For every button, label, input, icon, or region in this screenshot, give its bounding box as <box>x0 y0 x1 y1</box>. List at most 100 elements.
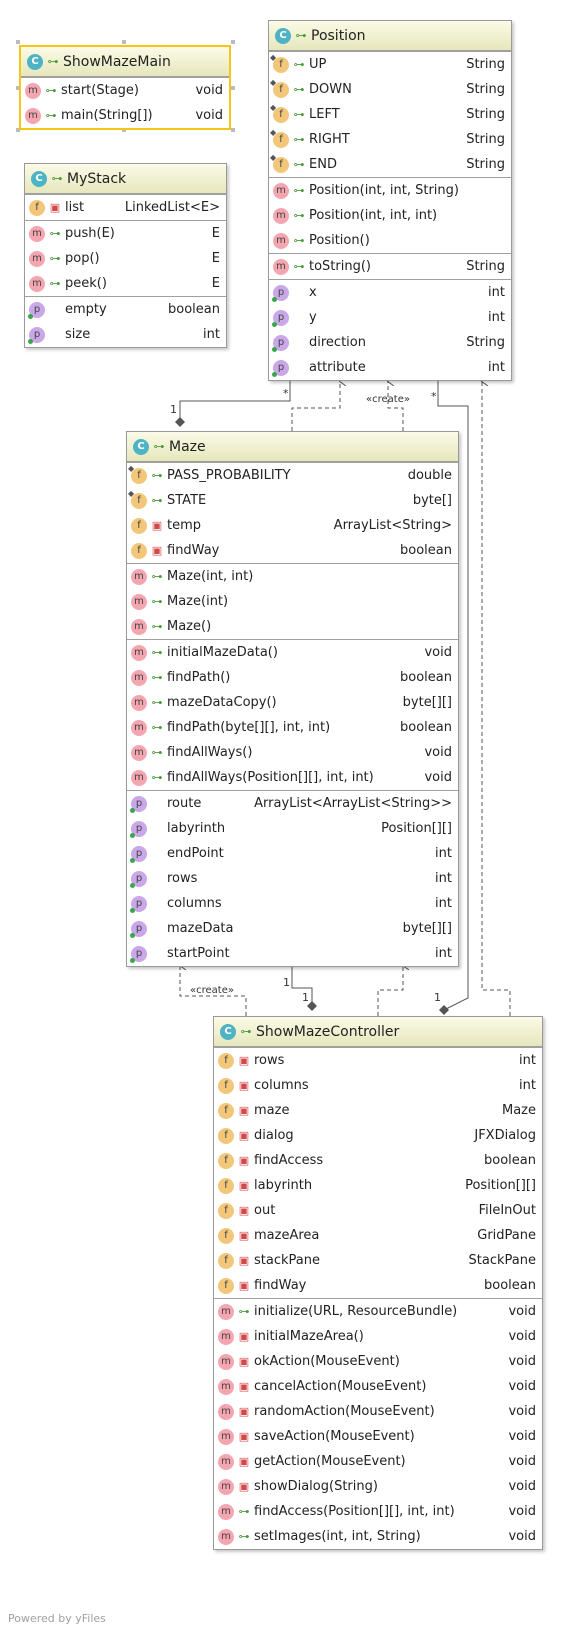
method-row[interactable]: m ⊶ Position() <box>269 228 511 253</box>
member-name: stackPane <box>254 1253 320 1268</box>
class-showmazecontroller[interactable]: C ⊶ ShowMazeController f ▣ rows int f ▣ columns in… <box>213 1016 543 1550</box>
field-row[interactable]: f ◆ ⊶ END String <box>269 152 511 177</box>
public-lock-icon: ⊶ <box>49 252 61 265</box>
method-row[interactable]: m ⊶ Position(int, int, String) <box>269 178 511 203</box>
private-lock-icon: ▣ <box>151 519 163 532</box>
method-icon: m <box>131 744 147 761</box>
method-icon: m <box>29 225 45 242</box>
field-row[interactable]: f ▣ findAccess boolean <box>214 1148 542 1173</box>
method-row[interactable]: m ▣ initialMazeArea() void <box>214 1324 542 1349</box>
property-row[interactable]: p direction String <box>269 330 511 355</box>
method-row[interactable]: m ⊶ Position(int, int, int) <box>269 203 511 228</box>
class-section: m ⊶ start(Stage) void m ⊶ main(String[]) void <box>21 77 229 128</box>
method-row[interactable]: m ⊶ findPath() boolean <box>127 665 458 690</box>
member-type: String <box>466 107 505 122</box>
field-row[interactable]: f ▣ out FileInOut <box>214 1198 542 1223</box>
field-row[interactable]: f ◆ ⊶ DOWN String <box>269 77 511 102</box>
public-lock-icon: ⊶ <box>238 1505 250 1518</box>
member-type: void <box>508 1454 536 1469</box>
method-row[interactable]: m ⊶ initialMazeData() void <box>127 640 458 665</box>
method-row[interactable]: m ▣ getAction(MouseEvent) void <box>214 1449 542 1474</box>
method-icon: m <box>131 618 147 635</box>
method-row[interactable]: m ⊶ findAllWays(Position[][], int, int) voi… <box>127 765 458 790</box>
field-row[interactable]: f ◆ ⊶ UP String <box>269 52 511 77</box>
property-row[interactable]: p rows int <box>127 866 458 891</box>
field-row[interactable]: f ◆ ⊶ STATE byte[] <box>127 488 458 513</box>
property-row[interactable]: p x int <box>269 280 511 305</box>
field-row[interactable]: f ◆ ⊶ LEFT String <box>269 102 511 127</box>
class-header[interactable]: C ⊶ MyStack <box>25 164 226 194</box>
private-lock-icon: ▣ <box>238 1405 250 1418</box>
field-row[interactable]: f ▣ mazeArea GridPane <box>214 1223 542 1248</box>
class-maze[interactable]: C ⊶ Maze f ◆ ⊶ PASS_PROBABILITY double f ◆ ⊶ STATE b… <box>126 431 459 967</box>
method-row[interactable]: m ⊶ peek() E <box>25 271 226 296</box>
public-lock-icon: ⊶ <box>238 1530 250 1543</box>
member-name: saveAction(MouseEvent) <box>254 1429 415 1444</box>
property-icon: p <box>272 309 289 327</box>
class-showmazemain[interactable]: C ⊶ ShowMazeMain m ⊶ start(Stage) void m ⊶ main(S… <box>19 45 231 130</box>
method-row[interactable]: m ⊶ Maze() <box>127 614 458 639</box>
method-icon: m <box>218 1303 234 1320</box>
method-row[interactable]: m ⊶ Maze(int) <box>127 589 458 614</box>
class-mystack[interactable]: C ⊶ MyStack f ▣ list LinkedList<E> m ⊶ push(E) Em ⊶… <box>24 163 227 348</box>
property-row[interactable]: p columns int <box>127 891 458 916</box>
member-type: StackPane <box>468 1253 536 1268</box>
member-type: Position[][] <box>465 1178 536 1193</box>
method-row[interactable]: m ▣ saveAction(MouseEvent) void <box>214 1424 542 1449</box>
property-row[interactable]: p attribute int <box>269 355 511 380</box>
method-row[interactable]: m ⊶ setImages(int, int, String) void <box>214 1524 542 1549</box>
property-row[interactable]: p mazeData byte[][] <box>127 916 458 941</box>
property-row[interactable]: p endPoint int <box>127 841 458 866</box>
method-row[interactable]: m ⊶ toString() String <box>269 254 511 279</box>
property-row[interactable]: p startPoint int <box>127 941 458 966</box>
field-row[interactable]: f ◆ ⊶ RIGHT String <box>269 127 511 152</box>
field-row[interactable]: f ▣ columns int <box>214 1073 542 1098</box>
method-row[interactable]: m ⊶ initialize(URL, ResourceBundle) void <box>214 1299 542 1324</box>
property-row[interactable]: p labyrinth Position[][] <box>127 816 458 841</box>
class-position[interactable]: C ⊶ Position f ◆ ⊶ UP String f ◆ ⊶ DOWN String f ◆ ⊶ LEF… <box>268 20 512 381</box>
field-row[interactable]: f ▣ findWay boolean <box>214 1273 542 1298</box>
field-row[interactable]: f ▣ temp ArrayList<String> <box>127 513 458 538</box>
field-row[interactable]: f ▣ rows int <box>214 1048 542 1073</box>
property-row[interactable]: p empty boolean <box>25 297 226 322</box>
property-row[interactable]: p size int <box>25 322 226 347</box>
method-row[interactable]: m ⊶ findPath(byte[][], int, int) boolean <box>127 715 458 740</box>
class-header[interactable]: C ⊶ ShowMazeMain <box>21 47 229 77</box>
private-lock-icon: ▣ <box>238 1179 250 1192</box>
field-row[interactable]: f ▣ dialog JFXDialog <box>214 1123 542 1148</box>
method-row[interactable]: m ⊶ push(E) E <box>25 221 226 246</box>
static-pin-icon: ◆ <box>270 52 277 62</box>
class-header[interactable]: C ⊶ Position <box>269 21 511 51</box>
field-row[interactable]: f ▣ maze Maze <box>214 1098 542 1123</box>
property-icon: p <box>130 845 147 863</box>
method-row[interactable]: m ▣ okAction(MouseEvent) void <box>214 1349 542 1374</box>
field-row[interactable]: f ▣ findWay boolean <box>127 538 458 563</box>
property-row[interactable]: p y int <box>269 305 511 330</box>
public-lock-icon: ⊶ <box>151 746 163 759</box>
method-row[interactable]: m ▣ showDialog(String) void <box>214 1474 542 1499</box>
method-icon: m <box>218 1503 234 1520</box>
member-name: attribute <box>309 360 366 375</box>
class-header[interactable]: C ⊶ Maze <box>127 432 458 462</box>
field-row[interactable]: f ▣ stackPane StackPane <box>214 1248 542 1273</box>
method-icon: m <box>218 1453 234 1470</box>
method-row[interactable]: m ⊶ Maze(int, int) <box>127 564 458 589</box>
class-header[interactable]: C ⊶ ShowMazeController <box>214 1017 542 1047</box>
member-name: randomAction(MouseEvent) <box>254 1404 435 1419</box>
method-row[interactable]: m ▣ randomAction(MouseEvent) void <box>214 1399 542 1424</box>
property-row[interactable]: p route ArrayList<ArrayList<String>> <box>127 791 458 816</box>
method-row[interactable]: m ⊶ findAllWays() void <box>127 740 458 765</box>
method-row[interactable]: m ▣ cancelAction(MouseEvent) void <box>214 1374 542 1399</box>
method-icon: m <box>218 1328 234 1345</box>
method-icon: m <box>25 82 41 99</box>
field-row[interactable]: f ▣ list LinkedList<E> <box>25 195 226 220</box>
method-row[interactable]: m ⊶ mazeDataCopy() byte[][] <box>127 690 458 715</box>
method-row[interactable]: m ⊶ main(String[]) void <box>21 103 229 128</box>
member-name: Position() <box>309 233 370 248</box>
private-lock-icon: ▣ <box>238 1104 250 1117</box>
method-row[interactable]: m ⊶ pop() E <box>25 246 226 271</box>
field-row[interactable]: f ▣ labyrinth Position[][] <box>214 1173 542 1198</box>
method-row[interactable]: m ⊶ start(Stage) void <box>21 78 229 103</box>
method-row[interactable]: m ⊶ findAccess(Position[][], int, int) void <box>214 1499 542 1524</box>
field-row[interactable]: f ◆ ⊶ PASS_PROBABILITY double <box>127 463 458 488</box>
